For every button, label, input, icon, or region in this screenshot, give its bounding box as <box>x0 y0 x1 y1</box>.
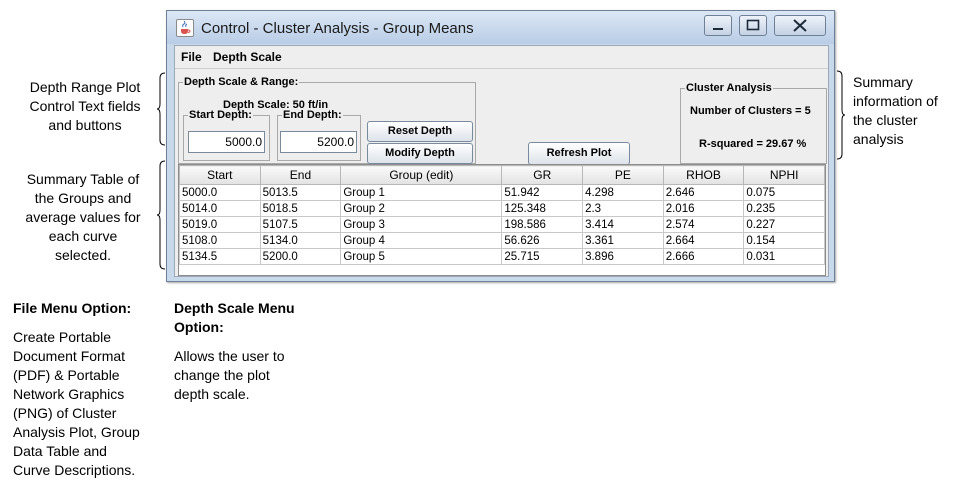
cell-group[interactable]: Group 2 <box>340 200 503 217</box>
start-depth-input[interactable]: 5000.0 <box>188 131 265 153</box>
file-menu-title: File Menu Option: <box>13 300 132 316</box>
column-header-start[interactable]: Start <box>179 165 261 185</box>
cell-start[interactable]: 5019.0 <box>179 216 261 233</box>
cell-nphi[interactable]: 0.075 <box>743 184 825 201</box>
depth-range-legend: Depth Scale & Range: <box>184 76 299 88</box>
refresh-plot-button[interactable]: Refresh Plot <box>528 142 630 165</box>
cell-group[interactable]: Group 1 <box>340 184 503 201</box>
cell-nphi[interactable]: 0.227 <box>743 216 825 233</box>
depth-menu-title: Depth Scale Menu Option: <box>174 300 295 335</box>
menu-file[interactable]: File <box>181 50 202 64</box>
reset-depth-button[interactable]: Reset Depth <box>367 121 473 142</box>
brace-summary-info <box>836 70 846 160</box>
column-header-group[interactable]: Group (edit) <box>340 165 503 185</box>
table-row[interactable]: 5019.0 5107.5 Group 3 198.586 3.414 2.57… <box>179 216 825 233</box>
java-cup-icon <box>176 19 194 37</box>
close-button[interactable] <box>774 15 826 36</box>
cell-gr[interactable]: 198.586 <box>501 216 584 233</box>
table-row[interactable]: 5014.0 5018.5 Group 2 125.348 2.3 2.016 … <box>179 200 825 217</box>
annotation-depth-scale-menu: Depth Scale Menu Option: Allows the user… <box>174 299 334 404</box>
end-depth-label: End Depth: <box>283 109 342 121</box>
annotation-file-menu: File Menu Option: Create Portable Docume… <box>13 299 168 480</box>
cell-group[interactable]: Group 4 <box>340 232 503 249</box>
start-depth-label: Start Depth: <box>189 109 252 121</box>
table-row[interactable]: 5000.0 5013.5 Group 1 51.942 4.298 2.646… <box>179 184 825 201</box>
cell-pe[interactable]: 2.3 <box>582 200 664 217</box>
cell-rhob[interactable]: 2.016 <box>662 200 745 217</box>
column-header-rhob[interactable]: RHOB <box>662 165 745 185</box>
cell-end[interactable]: 5134.0 <box>259 232 342 249</box>
cell-end[interactable]: 5200.0 <box>259 248 342 265</box>
menu-depth-scale[interactable]: Depth Scale <box>213 50 282 64</box>
cell-pe[interactable]: 3.414 <box>582 216 664 233</box>
maximize-button[interactable] <box>739 15 767 36</box>
cell-pe[interactable]: 3.361 <box>582 232 664 249</box>
cell-nphi[interactable]: 0.235 <box>743 200 825 217</box>
cell-end[interactable]: 5013.5 <box>259 184 342 201</box>
annotation-summary-table: Summary Table of the Groups and average … <box>25 171 141 263</box>
cell-start[interactable]: 5000.0 <box>179 184 261 201</box>
cluster-analysis-panel: Cluster Analysis <box>680 82 827 164</box>
cell-group[interactable]: Group 5 <box>340 248 503 265</box>
cell-end[interactable]: 5107.5 <box>259 216 342 233</box>
cluster-analysis-legend: Cluster Analysis <box>686 82 772 94</box>
cell-nphi[interactable]: 0.031 <box>743 248 825 265</box>
cell-pe[interactable]: 4.298 <box>582 184 664 201</box>
cell-group[interactable]: Group 3 <box>340 216 503 233</box>
cell-rhob[interactable]: 2.664 <box>662 232 745 249</box>
column-header-end[interactable]: End <box>259 165 342 185</box>
modify-depth-button[interactable]: Modify Depth <box>367 143 473 164</box>
window-title: Control - Cluster Analysis - Group Means <box>201 20 474 37</box>
cell-start[interactable]: 5108.0 <box>179 232 261 249</box>
annotation-depth-controls: Depth Range Plot Control Text fields and… <box>29 79 141 133</box>
number-of-clusters: Number of Clusters = 5 <box>690 105 811 117</box>
menu-bar: File Depth Scale <box>175 46 828 69</box>
title-bar[interactable]: Control - Cluster Analysis - Group Means <box>167 11 834 44</box>
minimize-button[interactable] <box>704 15 732 36</box>
cell-end[interactable]: 5018.5 <box>259 200 342 217</box>
column-header-pe[interactable]: PE <box>582 165 664 185</box>
cell-rhob[interactable]: 2.646 <box>662 184 745 201</box>
column-header-gr[interactable]: GR <box>501 165 584 185</box>
cell-gr[interactable]: 125.348 <box>501 200 584 217</box>
cell-gr[interactable]: 51.942 <box>501 184 584 201</box>
annotation-summary-info: Summary information of the cluster analy… <box>853 74 938 147</box>
cell-rhob[interactable]: 2.574 <box>662 216 745 233</box>
client-area: File Depth Scale Depth Scale & Range: De… <box>174 45 829 277</box>
cell-gr[interactable]: 25.715 <box>501 248 584 265</box>
cell-gr[interactable]: 56.626 <box>501 232 584 249</box>
end-depth-input[interactable]: 5200.0 <box>280 131 357 153</box>
cell-start[interactable]: 5134.5 <box>179 248 261 265</box>
control-window: Control - Cluster Analysis - Group Means… <box>166 10 835 282</box>
cell-pe[interactable]: 3.896 <box>582 248 664 265</box>
table-row[interactable]: 5108.0 5134.0 Group 4 56.626 3.361 2.664… <box>179 232 825 249</box>
table-header-row: Start End Group (edit) GR PE RHOB NPHI <box>179 165 825 185</box>
group-means-table: Start End Group (edit) GR PE RHOB NPHI 5… <box>178 164 826 276</box>
r-squared: R-squared = 29.67 % <box>699 138 807 150</box>
cell-start[interactable]: 5014.0 <box>179 200 261 217</box>
cell-nphi[interactable]: 0.154 <box>743 232 825 249</box>
cell-rhob[interactable]: 2.666 <box>662 248 745 265</box>
table-row[interactable]: 5134.5 5200.0 Group 5 25.715 3.896 2.666… <box>179 248 825 265</box>
column-header-nphi[interactable]: NPHI <box>743 165 825 185</box>
